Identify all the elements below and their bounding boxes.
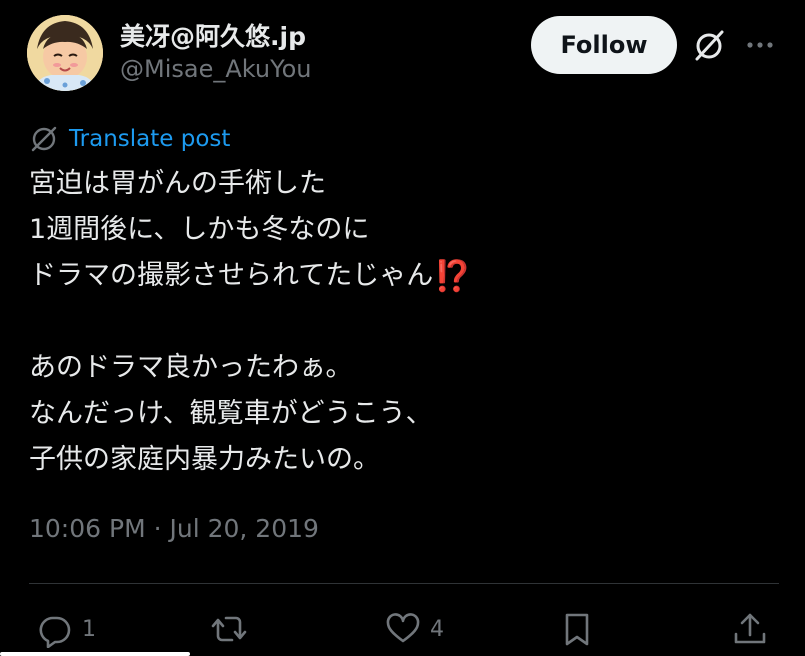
avatar[interactable]: [27, 15, 103, 91]
post-timestamp[interactable]: 10:06 PM · Jul 20, 2019: [29, 514, 319, 543]
reply-count: 1: [82, 616, 96, 642]
bookmark-button[interactable]: [558, 608, 596, 650]
translate-label: Translate post: [69, 126, 231, 152]
like-count: 4: [430, 616, 444, 642]
more-dots-icon[interactable]: [742, 30, 778, 60]
interrobang-emoji: ⁉️: [434, 259, 472, 294]
tweet-detail: 美冴@阿久悠.jp @Misae_AkuYou Follow Translate…: [0, 0, 805, 656]
bookmark-icon: [565, 613, 589, 646]
post-line: あのドラマ良かったわぁ。: [29, 352, 353, 383]
translate-post-link[interactable]: Translate post: [29, 124, 230, 154]
post-line: 1週間後に、しかも冬なのに: [29, 214, 370, 245]
display-name[interactable]: 美冴@阿久悠.jp: [120, 17, 306, 53]
avatar-illustration-icon: [27, 15, 103, 91]
share-upload-icon: [734, 613, 766, 644]
reply-button[interactable]: 1: [36, 608, 96, 650]
post-line-text: ドラマの撮影させられてたじゃん: [29, 260, 434, 291]
share-button[interactable]: [731, 608, 769, 650]
reply-bubble-icon: [39, 616, 71, 648]
heart-icon: [386, 613, 420, 643]
divider: [29, 583, 779, 584]
post-line: 子供の家庭内暴力みたいの。: [29, 444, 380, 475]
user-handle[interactable]: @Misae_AkuYou: [120, 55, 312, 83]
post-line: ドラマの撮影させられてたじゃん⁉️: [29, 253, 779, 299]
retweet-icon: [211, 616, 247, 642]
post-line: 宮迫は胃がんの手術した: [29, 168, 326, 199]
follow-button[interactable]: Follow: [531, 16, 677, 74]
post-text: 宮迫は胃がんの手術した 1週間後に、しかも冬なのに ドラマの撮影させられてたじゃ…: [29, 161, 779, 483]
retweet-button[interactable]: [210, 608, 256, 650]
like-button[interactable]: 4: [384, 608, 444, 650]
grok-slash-circle-icon[interactable]: [691, 28, 727, 64]
translate-globe-icon: [31, 126, 57, 152]
post-line: なんだっけ、観覧車がどうこう、: [29, 398, 433, 429]
post-line: [29, 299, 779, 345]
scroll-indicator: [0, 652, 190, 656]
